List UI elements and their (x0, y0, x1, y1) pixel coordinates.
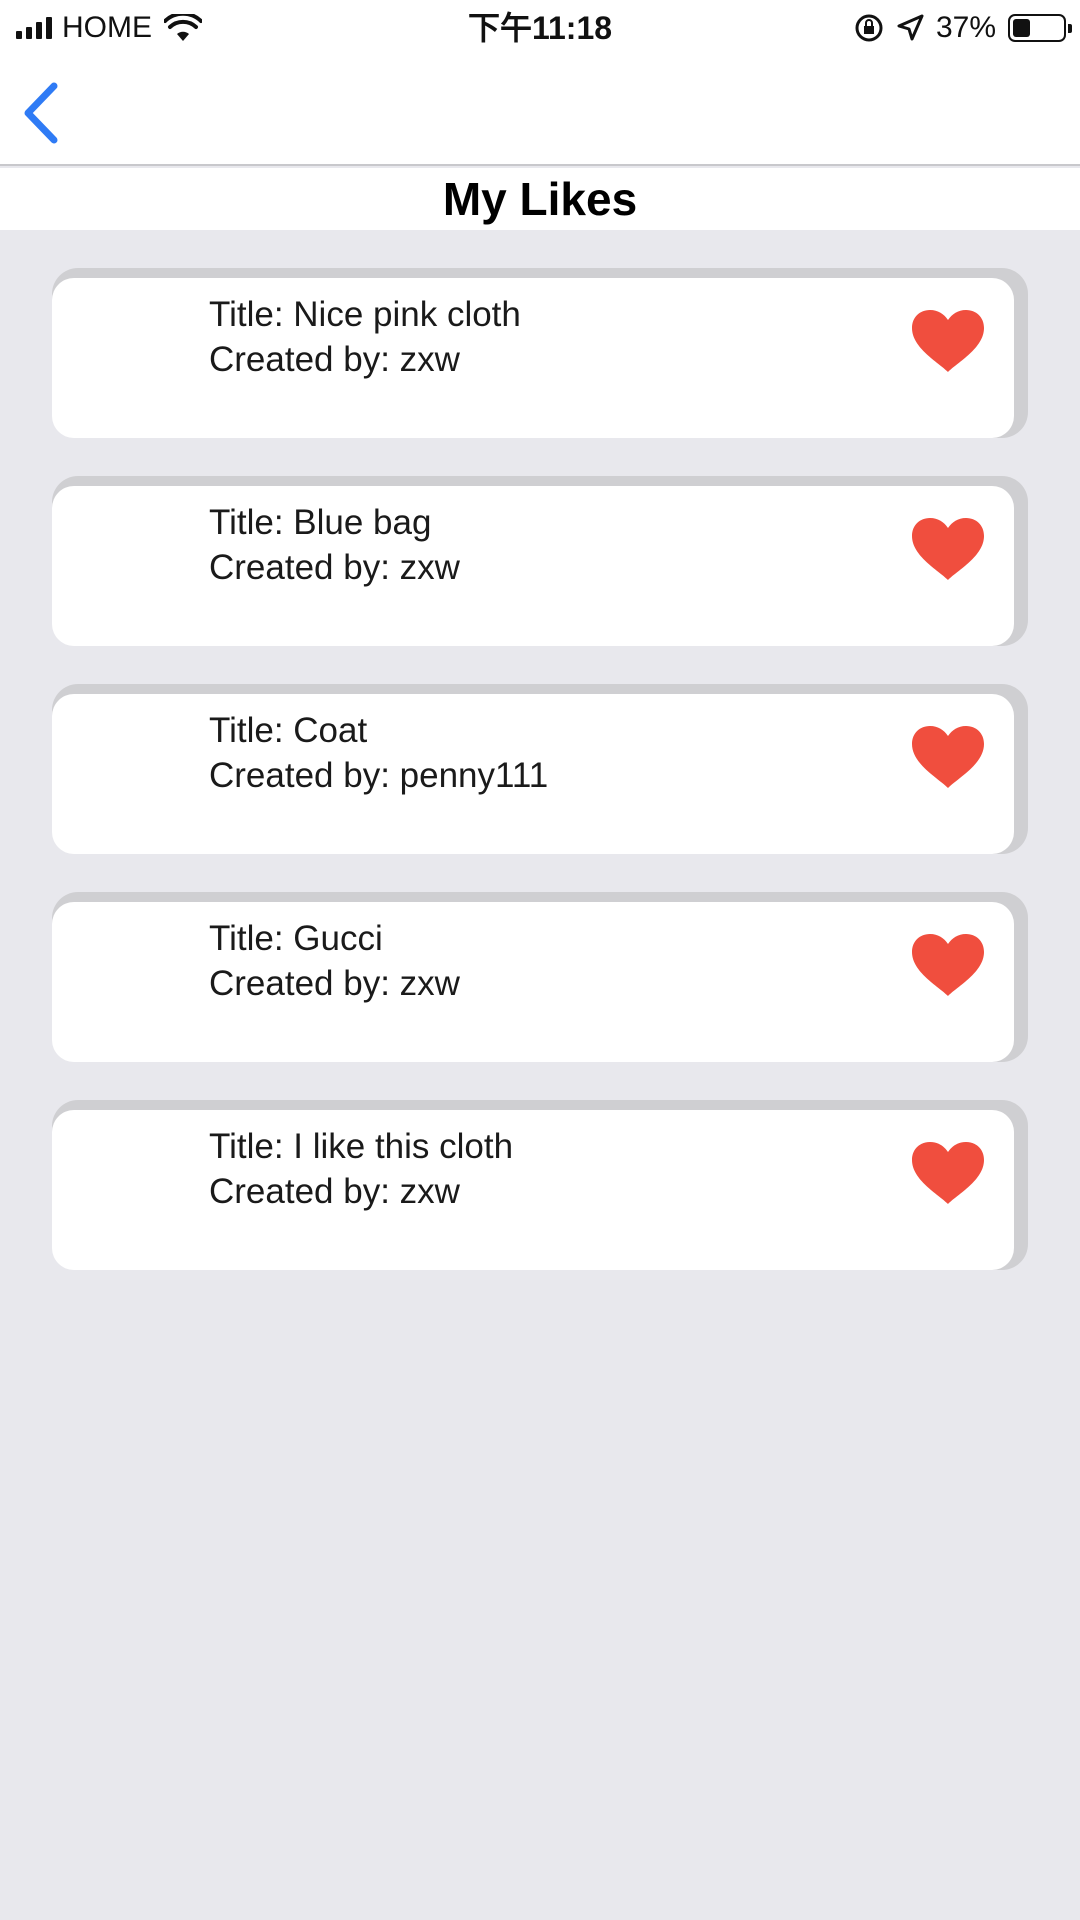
like-card[interactable]: Title: Nice pink cloth Created by: zxw (52, 268, 1028, 438)
status-bar: HOME 下午11:18 37% (0, 0, 1080, 56)
like-card[interactable]: Title: Coat Created by: penny111 (52, 684, 1028, 854)
like-card[interactable]: Title: I like this cloth Created by: zxw (52, 1100, 1028, 1270)
likes-list: Title: Nice pink cloth Created by: zxw T… (52, 268, 1028, 1308)
item-creator: Created by: zxw (209, 964, 460, 1003)
like-heart-button[interactable] (910, 1140, 986, 1206)
battery-icon (1008, 14, 1072, 42)
navigation-bar (0, 56, 1080, 166)
heart-icon (912, 726, 984, 788)
item-title: Title: I like this cloth (209, 1127, 514, 1166)
heart-icon (912, 310, 984, 372)
battery-percentage: 37% (935, 11, 996, 44)
back-button[interactable] (14, 76, 74, 146)
item-title: Title: Blue bag (209, 503, 432, 542)
item-creator: Created by: penny111 (209, 756, 549, 795)
orientation-lock-icon (855, 14, 883, 42)
item-creator: Created by: zxw (209, 340, 460, 379)
title-bar: My Likes (0, 168, 1080, 230)
item-title: Title: Nice pink cloth (209, 295, 521, 334)
page-title: My Likes (442, 173, 638, 225)
like-heart-button[interactable] (910, 308, 986, 374)
item-creator: Created by: zxw (209, 1172, 460, 1211)
like-heart-button[interactable] (910, 516, 986, 582)
like-heart-button[interactable] (910, 932, 986, 998)
like-heart-button[interactable] (910, 724, 986, 790)
like-card[interactable]: Title: Blue bag Created by: zxw (52, 476, 1028, 646)
heart-icon (912, 1142, 984, 1204)
item-creator: Created by: zxw (209, 548, 460, 587)
heart-icon (912, 934, 984, 996)
item-title: Title: Gucci (209, 919, 383, 958)
heart-icon (912, 518, 984, 580)
location-arrow-icon (897, 14, 924, 41)
chevron-left-icon (24, 82, 58, 144)
item-title: Title: Coat (209, 711, 368, 750)
like-card[interactable]: Title: Gucci Created by: zxw (52, 892, 1028, 1062)
